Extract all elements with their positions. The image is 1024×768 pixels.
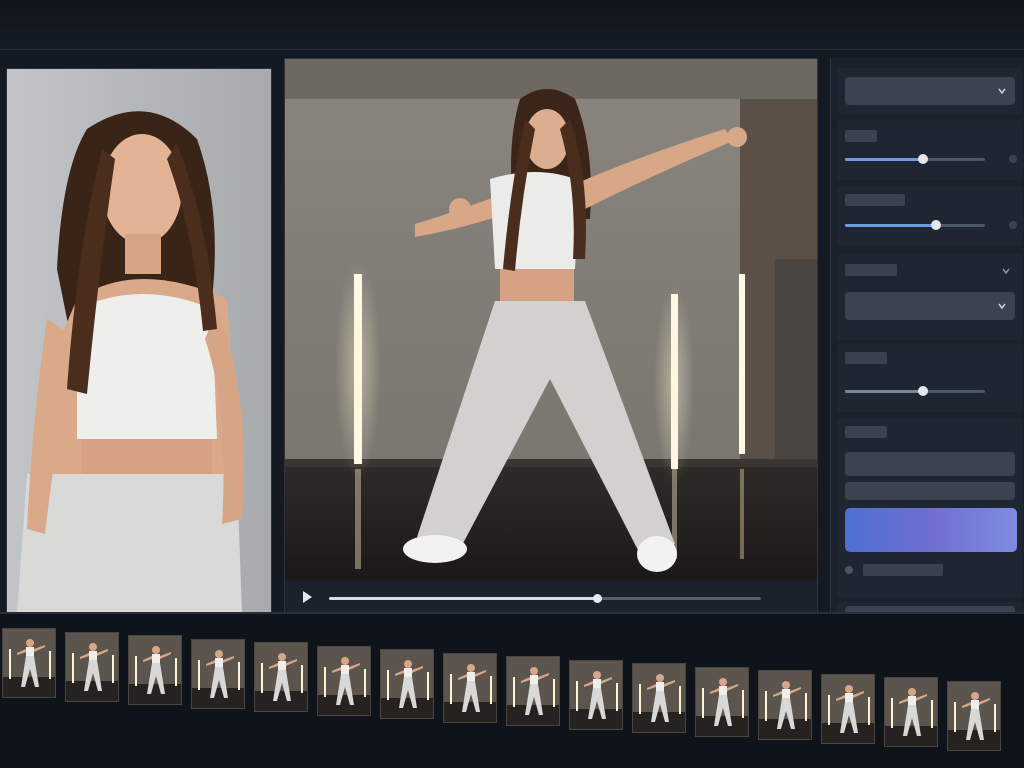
slider-2-fill [845,224,936,227]
filmstrip-frame[interactable] [128,635,182,705]
filmstrip-frame[interactable] [569,659,623,730]
filmstrip-frame[interactable] [191,638,245,709]
slider-3-fill [845,390,924,393]
filmstrip-frame[interactable] [65,631,119,702]
reference-image-panel[interactable] [6,68,272,613]
option-label [863,564,943,576]
frame-thumbnail [885,678,937,746]
reference-photo [7,69,271,612]
timeline-scrubber[interactable] [329,594,761,603]
scrubber-progress [329,597,597,600]
filmstrip-frame[interactable] [821,673,875,744]
frame-thumbnail [759,671,811,739]
scrubber-handle[interactable] [592,594,602,603]
prompt-label [845,426,887,438]
filmstrip-frame[interactable] [632,663,686,733]
frame-thumbnail [381,650,433,718]
slider-1-label [845,130,877,142]
filmstrip-frame[interactable] [2,628,56,698]
slider-1-reset-dot[interactable] [1009,155,1017,163]
chevron-down-icon [998,88,1006,95]
settings-section-slider-1 [837,120,1023,180]
settings-section-prompt [837,418,1023,598]
filmstrip-frame[interactable] [947,680,1001,751]
slider-2-reset-dot[interactable] [1009,221,1017,229]
slider-3-handle[interactable] [918,386,929,396]
frame-thumbnail [507,657,559,725]
option-toggle[interactable] [845,566,853,574]
slider-2-label [845,194,905,206]
slider-1-handle[interactable] [918,154,929,164]
frame-thumbnail [633,664,685,732]
frame-thumbnail [696,667,748,736]
frame-thumbnail [192,639,244,708]
frame-thumbnail [570,660,622,729]
negative-prompt-input[interactable] [845,482,1015,500]
settings-section-slider-3 [837,344,1023,412]
frame-thumbnail [822,674,874,743]
filmstrip-frame[interactable] [380,649,434,719]
frame-thumbnail [948,681,1000,750]
video-editor-app [0,0,1024,768]
frame-thumbnail [66,632,118,701]
frame-thumbnail [318,646,370,715]
frame-thumbnail [129,636,181,704]
filmstrip-frame[interactable] [443,652,497,723]
slider-2[interactable] [845,220,985,230]
filmstrip-frame[interactable] [317,645,371,716]
filmstrip-frame[interactable] [758,670,812,740]
chevron-down-icon[interactable] [1001,266,1011,276]
settings-section-style [837,254,1023,340]
dance-studio-scene [285,59,817,579]
video-preview[interactable] [284,58,818,658]
top-bar [0,0,1024,50]
style-label [845,264,897,276]
settings-section-model [837,68,1023,114]
frame-thumbnail [444,653,496,722]
prompt-input[interactable] [845,452,1015,476]
frame-thumbnail [3,629,55,697]
settings-panel [830,58,1024,670]
frame-thumbnail [255,643,307,711]
settings-section-slider-2 [837,186,1023,246]
slider-3[interactable] [845,386,985,396]
slider-2-handle[interactable] [931,220,941,230]
slider-3-label [845,352,887,364]
filmstrip-frame[interactable] [884,677,938,747]
chevron-down-icon [998,303,1006,310]
frame-filmstrip [0,612,1024,768]
slider-1-fill [845,158,924,161]
play-button[interactable] [299,589,315,605]
generate-button[interactable] [845,508,1017,552]
filmstrip-frame[interactable] [254,642,308,712]
model-dropdown[interactable] [845,77,1015,105]
filmstrip-frame[interactable] [695,666,749,737]
style-dropdown[interactable] [845,292,1015,320]
play-icon [303,591,312,603]
preview-stage [285,59,817,579]
workspace [0,50,1024,670]
slider-1[interactable] [845,154,985,164]
filmstrip-frame[interactable] [506,656,560,726]
